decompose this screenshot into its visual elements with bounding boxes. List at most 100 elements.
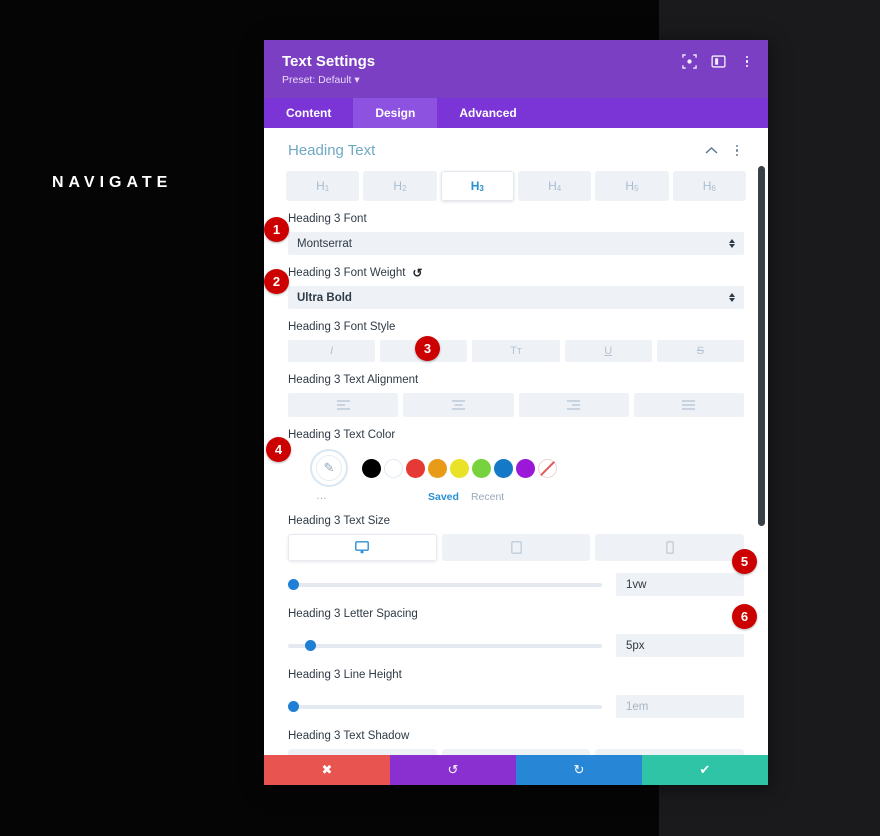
tab-content[interactable]: Content xyxy=(264,98,353,128)
text-shadow-label: Heading 3 Text Shadow xyxy=(288,730,410,742)
shadow-soft-button[interactable]: aA xyxy=(441,749,591,755)
focus-icon[interactable] xyxy=(682,54,697,69)
text-size-slider[interactable] xyxy=(288,577,602,593)
font-style-label: Heading 3 Font Style xyxy=(288,321,396,333)
h1-sub: 1 xyxy=(324,183,330,193)
saved-colors-link[interactable]: Saved xyxy=(428,491,459,503)
save-button[interactable]: ✔ xyxy=(642,755,768,785)
swatch-yellow[interactable] xyxy=(450,458,469,478)
align-justify-icon xyxy=(682,400,696,410)
text-alignment-field: Heading 3 Text Alignment xyxy=(286,372,746,417)
strikethrough-button[interactable]: S xyxy=(656,340,745,362)
cancel-button[interactable]: ✖ xyxy=(264,755,390,785)
chevron-up-icon[interactable] xyxy=(705,146,718,155)
swatch-black[interactable] xyxy=(362,458,381,478)
heading-level-tabs: H1 H2 H3 H4 H5 H6 xyxy=(286,171,746,201)
line-height-slider[interactable] xyxy=(288,699,602,715)
slider-knob[interactable] xyxy=(288,700,299,712)
h6-sub: 6 xyxy=(711,183,716,193)
heading-level-h6[interactable]: H6 xyxy=(672,171,746,201)
swatch-white[interactable] xyxy=(384,458,403,478)
layout-panel-icon[interactable] xyxy=(711,54,726,69)
align-center-icon xyxy=(451,400,465,410)
navigate-heading: NAVIGATE xyxy=(52,174,173,191)
h4-label: H xyxy=(548,179,557,193)
font-field: Heading 3 Font Montserrat xyxy=(286,211,746,255)
section-controls xyxy=(705,144,744,157)
slider-knob[interactable] xyxy=(288,578,299,590)
desktop-icon xyxy=(355,541,370,554)
align-left-button[interactable] xyxy=(288,393,399,417)
font-weight-select[interactable]: Ultra Bold xyxy=(288,286,744,309)
reset-arrow-icon[interactable]: ↺ xyxy=(412,267,422,279)
modal-tab-bar: Content Design Advanced xyxy=(264,98,768,128)
text-size-value[interactable]: 1vw xyxy=(616,573,744,596)
scrollbar-thumb[interactable] xyxy=(758,166,765,526)
text-size-field: Heading 3 Text Size 1vw xyxy=(286,513,746,596)
h5-label: H xyxy=(625,179,635,193)
heading-level-h3[interactable]: H3 xyxy=(440,171,514,201)
color-tab-links: Saved Recent xyxy=(428,491,744,503)
phone-icon xyxy=(665,541,674,554)
undo-button[interactable]: ↺ xyxy=(390,755,516,785)
swatch-green[interactable] xyxy=(472,458,491,478)
text-color-label: Heading 3 Text Color xyxy=(288,429,396,441)
shadow-hard-button[interactable]: aA xyxy=(595,749,745,755)
letter-spacing-value[interactable]: 5px xyxy=(616,634,744,657)
h4-sub: 4 xyxy=(556,183,562,193)
tab-design[interactable]: Design xyxy=(353,98,438,128)
text-color-field: Heading 3 Text Color ✎ … Saved Recent xyxy=(286,427,746,503)
swatch-none[interactable] xyxy=(538,458,557,478)
annotation-badge-2: 2 xyxy=(264,269,289,294)
slider-track xyxy=(288,704,602,709)
letter-spacing-slider[interactable] xyxy=(288,638,602,654)
font-style-buttons: I TT Tᴛ U S xyxy=(288,340,745,362)
swatch-orange[interactable] xyxy=(428,458,447,478)
section-title: Heading Text xyxy=(288,142,376,159)
align-right-icon xyxy=(567,400,581,410)
desktop-tab[interactable] xyxy=(288,534,437,561)
underline-button[interactable]: U xyxy=(564,340,652,362)
phone-tab[interactable] xyxy=(595,534,745,561)
heading-level-h5[interactable]: H5 xyxy=(595,171,669,201)
swatch-blue[interactable] xyxy=(494,458,513,478)
modal-action-bar: ✖ ↺ ↻ ✔ xyxy=(264,755,768,785)
italic-button[interactable]: I xyxy=(288,340,376,362)
redo-button[interactable]: ↻ xyxy=(516,755,642,785)
heading-level-h4[interactable]: H4 xyxy=(517,171,592,201)
color-picker-row: ✎ … xyxy=(288,451,744,502)
text-shadow-presets: aA aA xyxy=(288,749,745,755)
preset-selector[interactable]: Preset: Default ▾ xyxy=(282,73,750,88)
heading-level-h1[interactable]: H1 xyxy=(286,171,360,201)
align-right-button[interactable] xyxy=(518,393,629,417)
text-alignment-label: Heading 3 Text Alignment xyxy=(288,374,419,386)
tab-advanced[interactable]: Advanced xyxy=(437,98,538,128)
scrollbar-track[interactable] xyxy=(756,128,768,755)
font-select[interactable]: Montserrat xyxy=(288,232,744,255)
annotation-badge-5: 5 xyxy=(732,549,757,574)
spinner-icon xyxy=(729,293,735,302)
line-height-value[interactable]: 1em xyxy=(616,695,744,718)
h6-label: H xyxy=(702,179,712,193)
slider-knob[interactable] xyxy=(305,639,317,651)
h5-sub: 5 xyxy=(634,183,639,193)
h2-label: H xyxy=(393,179,403,193)
tablet-tab[interactable] xyxy=(441,534,591,561)
shadow-none-button[interactable] xyxy=(288,749,437,755)
section-more-vertical-icon[interactable] xyxy=(730,144,744,157)
align-center-button[interactable] xyxy=(403,393,514,417)
swatch-purple[interactable] xyxy=(516,458,535,478)
font-value: Montserrat xyxy=(297,237,352,250)
swatch-red[interactable] xyxy=(406,458,425,478)
ellipsis-icon[interactable]: … xyxy=(316,490,328,502)
align-justify-button[interactable] xyxy=(633,393,744,417)
recent-colors-link[interactable]: Recent xyxy=(471,491,504,503)
h3-sub: 3 xyxy=(479,183,484,193)
more-vertical-icon[interactable] xyxy=(740,55,754,68)
small-caps-button[interactable]: Tᴛ xyxy=(472,340,560,362)
font-weight-value: Ultra Bold xyxy=(297,291,352,304)
h2-sub: 2 xyxy=(402,183,407,193)
color-picker-button[interactable]: ✎ xyxy=(312,451,346,485)
letter-spacing-slider-row: 5px xyxy=(288,634,744,657)
heading-level-h2[interactable]: H2 xyxy=(363,171,437,201)
